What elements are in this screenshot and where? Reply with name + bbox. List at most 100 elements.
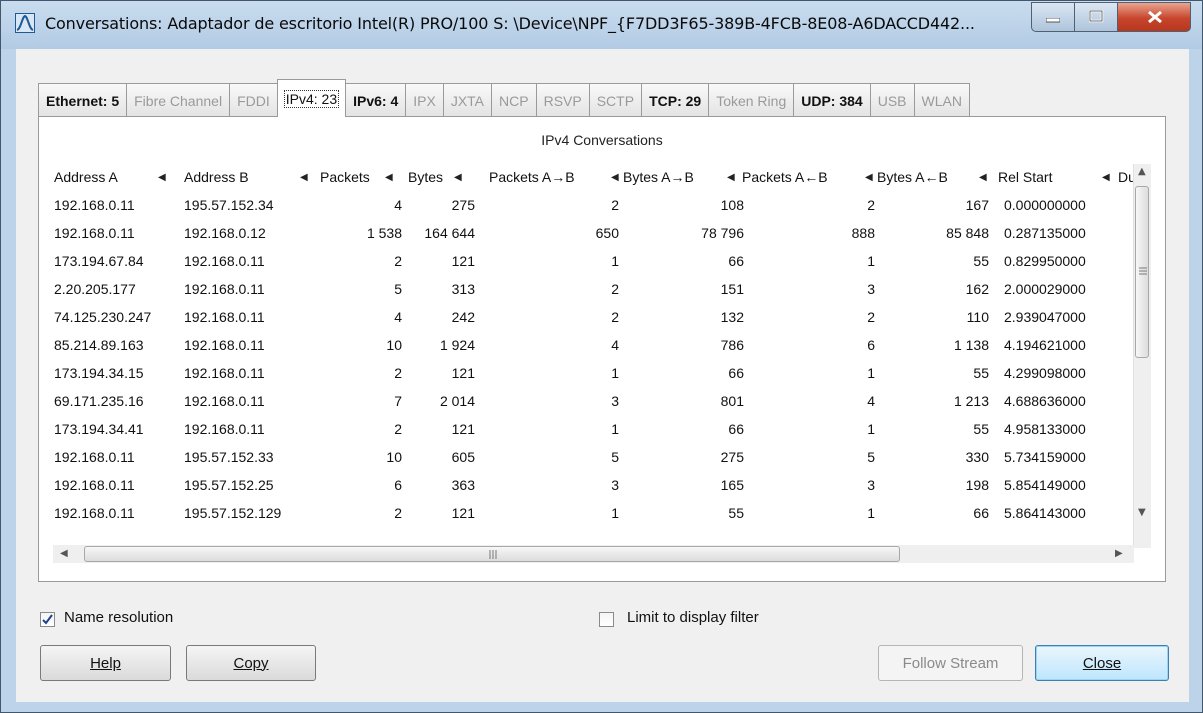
follow-stream-label: Follow Stream bbox=[902, 654, 999, 672]
title-bar[interactable]: Conversations: Adaptador de escritorio I… bbox=[1, 1, 1202, 49]
copy-button[interactable]: Copy bbox=[186, 645, 316, 681]
table-row[interactable]: 74.125.230.247 192.168.0.11 4 242 2 132 2 110 2.… bbox=[53, 303, 1133, 331]
column-header-0[interactable]: Address A bbox=[54, 164, 118, 190]
close-button[interactable]: Close bbox=[1035, 645, 1169, 681]
vertical-scrollbar[interactable]: ▲ ▼ bbox=[1133, 164, 1151, 548]
table-cell: 132 bbox=[720, 309, 744, 325]
sort-arrow-icon[interactable]: ◀ bbox=[727, 172, 735, 183]
help-button-label: Help bbox=[90, 654, 121, 672]
table-cell: 192.168.0.11 bbox=[184, 309, 265, 325]
table-cell: 1 538 bbox=[366, 225, 402, 241]
column-header-9[interactable]: Dur bbox=[1118, 164, 1133, 190]
table-cell: 66 bbox=[728, 253, 744, 269]
table-cell: 1 bbox=[611, 505, 619, 521]
column-header-5[interactable]: Bytes A→B bbox=[623, 164, 694, 190]
table-cell: 801 bbox=[720, 393, 744, 409]
table-cell: 3 bbox=[867, 477, 875, 493]
table-row[interactable]: 173.194.34.41 192.168.0.11 2 121 1 66 1 55 4.958… bbox=[53, 415, 1133, 443]
table-row[interactable]: 192.168.0.11 192.168.0.12 1 538 164 644 650 7… bbox=[53, 219, 1133, 247]
table-cell: 1 bbox=[867, 421, 875, 437]
table-cell: 1 bbox=[867, 505, 875, 521]
column-header-8[interactable]: Rel Start bbox=[998, 164, 1052, 190]
table-cell: 164 644 bbox=[424, 225, 475, 241]
column-header-2[interactable]: Packets bbox=[320, 164, 370, 190]
table-header: Address A ◀ Address B ◀ Packets ◀ Bytes ◀ Packet… bbox=[53, 164, 1133, 190]
sort-arrow-icon[interactable]: ◀ bbox=[300, 172, 308, 183]
table-cell: 173.194.67.84 bbox=[54, 253, 144, 269]
follow-stream-button: Follow Stream bbox=[878, 645, 1023, 681]
tab-udp[interactable]: UDP: 384 bbox=[793, 83, 871, 117]
limit-display-filter-checkbox[interactable] bbox=[599, 612, 614, 627]
table-cell: 650 bbox=[595, 225, 619, 241]
tab-tcp[interactable]: TCP: 29 bbox=[641, 83, 710, 117]
table-row[interactable]: 192.168.0.11 195.57.152.129 2 121 1 55 1 66 5.86… bbox=[53, 499, 1133, 527]
scroll-down-icon[interactable]: ▼ bbox=[1138, 507, 1146, 518]
horizontal-scrollbar[interactable]: ◀ ▶ bbox=[53, 545, 1134, 563]
table-row[interactable]: 192.168.0.11 195.57.152.34 4 275 2 108 2 167 0.0… bbox=[53, 191, 1133, 219]
sort-arrow-icon[interactable]: ◀ bbox=[611, 172, 619, 183]
table-cell: 2 bbox=[394, 421, 402, 437]
table-cell: 192.168.0.11 bbox=[184, 393, 265, 409]
tab-fibre-channel: Fibre Channel bbox=[126, 83, 231, 117]
column-header-7[interactable]: Bytes A←B bbox=[877, 164, 948, 190]
tab-ethernet[interactable]: Ethernet: 5 bbox=[38, 83, 128, 117]
column-header-3[interactable]: Bytes bbox=[408, 164, 443, 190]
table-cell: 66 bbox=[728, 421, 744, 437]
table-cell: 330 bbox=[965, 449, 989, 465]
sort-arrow-icon[interactable]: ◀ bbox=[454, 172, 462, 183]
scroll-right-icon[interactable]: ▶ bbox=[1115, 548, 1123, 559]
table-cell: 3 bbox=[867, 281, 875, 297]
table-cell: 165 bbox=[720, 477, 744, 493]
table-cell: 5.734159000 bbox=[1004, 449, 1086, 465]
column-header-4[interactable]: Packets A→B bbox=[489, 164, 575, 190]
table-row[interactable]: 173.194.34.15 192.168.0.11 2 121 1 66 1 55 4.299… bbox=[53, 359, 1133, 387]
table-row[interactable]: 69.171.235.16 192.168.0.11 7 2 014 3 801 4 1 21… bbox=[53, 387, 1133, 415]
close-window-button[interactable] bbox=[1117, 2, 1191, 32]
sort-arrow-icon[interactable]: ◀ bbox=[865, 172, 873, 183]
sort-arrow-icon[interactable]: ◀ bbox=[979, 172, 987, 183]
scroll-left-icon[interactable]: ◀ bbox=[60, 548, 68, 559]
conversations-window: Conversations: Adaptador de escritorio I… bbox=[0, 0, 1203, 713]
column-header-1[interactable]: Address B bbox=[184, 164, 249, 190]
table-cell: 195.57.152.33 bbox=[184, 449, 274, 465]
table-cell: 192.168.0.11 bbox=[54, 477, 135, 493]
table-cell: 10 bbox=[386, 449, 402, 465]
table-cell: 786 bbox=[720, 337, 744, 353]
table-cell: 5.854149000 bbox=[1004, 477, 1086, 493]
table-cell: 2 014 bbox=[439, 393, 475, 409]
table-row[interactable]: 173.194.67.84 192.168.0.11 2 121 1 66 1 55 0.829… bbox=[53, 247, 1133, 275]
table-cell: 192.168.0.11 bbox=[54, 449, 135, 465]
table-cell: 5 bbox=[611, 449, 619, 465]
table-row[interactable]: 2.20.205.177 192.168.0.11 5 313 2 151 3 162 2.00… bbox=[53, 275, 1133, 303]
sort-arrow-icon[interactable]: ◀ bbox=[385, 172, 393, 183]
table-cell: 192.168.0.11 bbox=[184, 337, 265, 353]
table-cell: 55 bbox=[973, 365, 989, 381]
name-resolution-checkbox[interactable] bbox=[40, 612, 55, 627]
table-cell: 195.57.152.34 bbox=[184, 197, 274, 213]
table-cell: 275 bbox=[720, 449, 744, 465]
sort-arrow-icon[interactable]: ◀ bbox=[1102, 172, 1110, 183]
table-cell: 4.299098000 bbox=[1004, 365, 1086, 381]
table-row[interactable]: 85.214.89.163 192.168.0.11 10 1 924 4 786 6 1 1… bbox=[53, 331, 1133, 359]
tab-ipv4[interactable]: IPv4: 23 bbox=[276, 79, 347, 117]
table-cell: 2.939047000 bbox=[1004, 309, 1086, 325]
help-button[interactable]: Help bbox=[40, 645, 171, 681]
table-cell: 5 bbox=[394, 281, 402, 297]
table-cell: 2 bbox=[611, 309, 619, 325]
tab-sctp: SCTP bbox=[588, 83, 643, 117]
column-header-6[interactable]: Packets A←B bbox=[742, 164, 828, 190]
table-cell: 192.168.0.11 bbox=[184, 253, 265, 269]
vertical-scroll-thumb[interactable] bbox=[1135, 186, 1149, 358]
horizontal-scroll-thumb[interactable] bbox=[84, 546, 900, 562]
tab-ipv6[interactable]: IPv6: 4 bbox=[345, 83, 407, 117]
table-row[interactable]: 192.168.0.11 195.57.152.33 10 605 5 275 5 330 5.… bbox=[53, 443, 1133, 471]
name-resolution-label[interactable]: Name resolution bbox=[64, 609, 173, 626]
table-row[interactable]: 192.168.0.11 195.57.152.25 6 363 3 165 3 198 5.8… bbox=[53, 471, 1133, 499]
scroll-up-icon[interactable]: ▲ bbox=[1138, 166, 1146, 177]
limit-display-filter-label[interactable]: Limit to display filter bbox=[627, 609, 759, 626]
sort-arrow-icon[interactable]: ◀ bbox=[158, 172, 166, 183]
table-cell: 1 bbox=[867, 253, 875, 269]
minimize-button[interactable] bbox=[1031, 2, 1075, 32]
maximize-button[interactable] bbox=[1074, 2, 1118, 32]
dialog-client-area: Ethernet: 5 Fibre Channel FDDI IPv4: 23 … bbox=[16, 49, 1189, 702]
